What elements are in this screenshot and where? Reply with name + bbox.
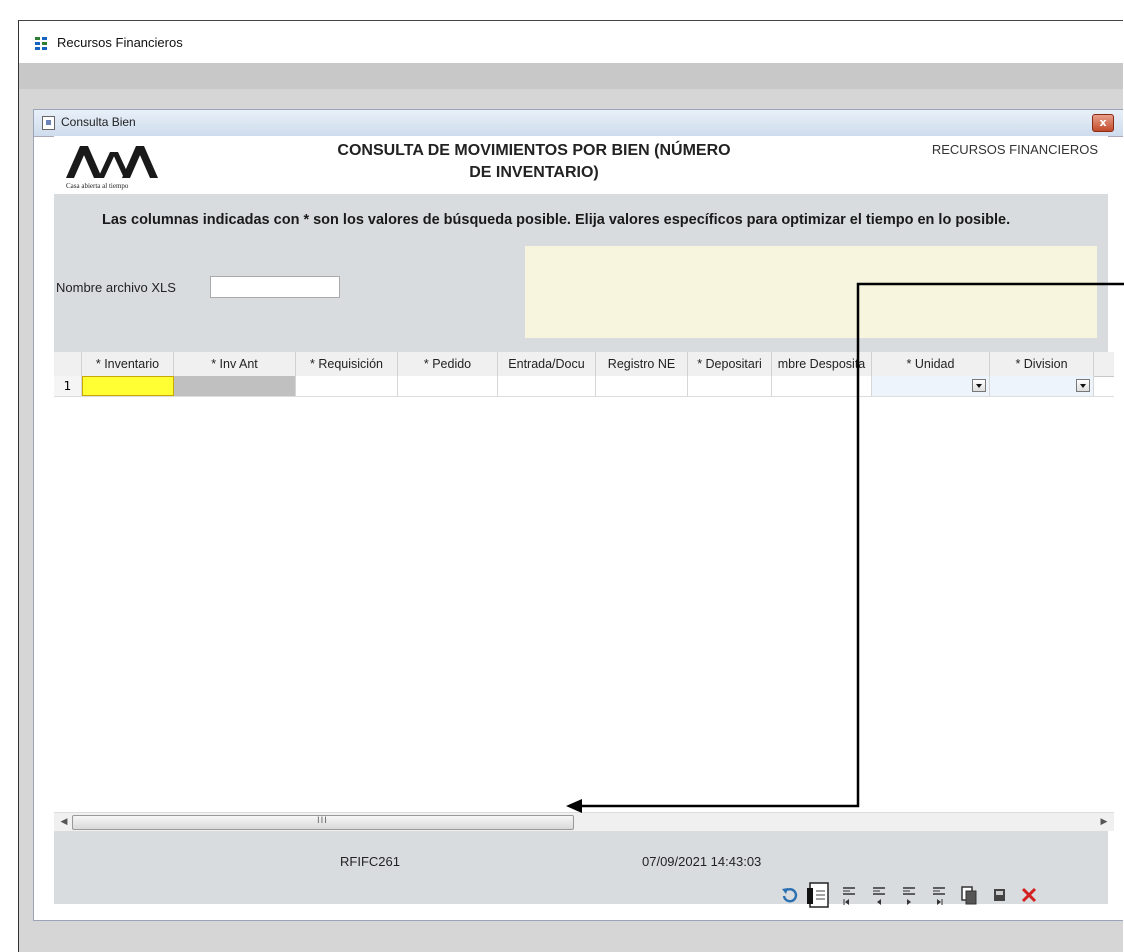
grid-header: * Inventario * Inv Ant * Requisición * P… (54, 352, 1114, 377)
first-record-icon[interactable] (836, 882, 862, 908)
column-header[interactable]: * Inventario (82, 352, 174, 376)
registro-ne-cell[interactable] (596, 376, 688, 396)
department-label: RECURSOS FINANCIEROS (931, 142, 1098, 157)
row-number: 1 (54, 376, 82, 396)
previous-record-icon[interactable] (866, 882, 892, 908)
child-title: Consulta Bien (61, 115, 136, 129)
nombre-depositario-cell[interactable] (772, 376, 872, 396)
next-record-icon[interactable] (896, 882, 922, 908)
division-dropdown[interactable] (990, 376, 1094, 396)
scrollbar-thumb[interactable]: III (72, 815, 574, 830)
app-titlebar: Recursos Financieros (19, 21, 1123, 63)
column-header[interactable]: * Division (990, 352, 1094, 376)
entrada-cell[interactable] (498, 376, 596, 396)
inventario-cell[interactable] (82, 376, 174, 396)
close-icon[interactable] (1016, 882, 1042, 908)
app-title: Recursos Financieros (57, 35, 183, 50)
datetime-label: 07/09/2021 14:43:03 (642, 854, 762, 869)
app-grid-icon (35, 36, 49, 50)
save-icon[interactable] (986, 882, 1012, 908)
document-frame: Recursos Financieros Consulta Bien x Cas… (0, 0, 1124, 952)
form-icon (42, 116, 55, 130)
inv-ant-cell (174, 376, 296, 396)
pedido-cell[interactable] (398, 376, 498, 396)
child-titlebar[interactable]: Consulta Bien x (34, 110, 1123, 137)
message-area (525, 246, 1097, 338)
horizontal-scrollbar[interactable]: ◀ III ▶ (54, 812, 1114, 831)
column-header[interactable]: * Inv Ant (174, 352, 296, 376)
column-header[interactable]: Entrada/Docu (498, 352, 596, 376)
scrollbar-grip: III (317, 816, 328, 826)
uam-logo: Casa abierta al tiempo (60, 142, 170, 194)
table-row[interactable]: 1 (54, 376, 1114, 397)
column-header[interactable]: * Requisición (296, 352, 398, 376)
xls-filename-input[interactable] (210, 276, 340, 298)
app-toolbar-band (19, 63, 1123, 89)
form-code: RFIFC261 (340, 854, 400, 869)
app-window: Recursos Financieros Consulta Bien x Cas… (18, 20, 1123, 952)
column-header[interactable]: * Unidad (872, 352, 990, 376)
scroll-right-icon[interactable]: ▶ (1098, 815, 1110, 829)
requisicion-cell[interactable] (296, 376, 398, 396)
row-selector-header (54, 352, 82, 376)
close-window-button[interactable]: x (1092, 114, 1114, 132)
column-header[interactable]: * Pedido (398, 352, 498, 376)
instructions-text: Las columnas indicadas con * son los val… (102, 212, 1011, 228)
document-icon[interactable] (806, 882, 832, 908)
column-header[interactable]: Registro NE (596, 352, 688, 376)
last-record-icon[interactable] (926, 882, 952, 908)
chevron-down-icon[interactable] (972, 379, 986, 392)
navigation-toolbar (776, 882, 1046, 910)
unidad-dropdown[interactable] (872, 376, 990, 396)
column-header[interactable]: * Depositari (688, 352, 772, 376)
xls-filename-label: Nombre archivo XLS (56, 280, 176, 295)
results-grid[interactable]: * Inventario * Inv Ant * Requisición * P… (54, 352, 1114, 812)
main-panel: Nombre archivo XLS * Inventario * Inv An… (54, 246, 1114, 860)
copy-icon[interactable] (956, 882, 982, 908)
column-header[interactable]: mbre Desposita (772, 352, 872, 376)
form-header: Casa abierta al tiempo CONSULTA DE MOVIM… (54, 136, 1108, 194)
chevron-down-icon[interactable] (1076, 379, 1090, 392)
depositario-cell[interactable] (688, 376, 772, 396)
refresh-icon[interactable] (776, 882, 802, 908)
form-footer: RFIFC261 07/09/2021 14:43:03 (54, 834, 1108, 908)
logo-caption: Casa abierta al tiempo (66, 182, 129, 190)
child-window: Consulta Bien x Casa abierta al tiempo C… (33, 109, 1123, 921)
scroll-left-icon[interactable]: ◀ (58, 815, 70, 829)
form-title: CONSULTA DE MOVIMIENTOS POR BIEN (NÚMERO… (337, 142, 731, 181)
